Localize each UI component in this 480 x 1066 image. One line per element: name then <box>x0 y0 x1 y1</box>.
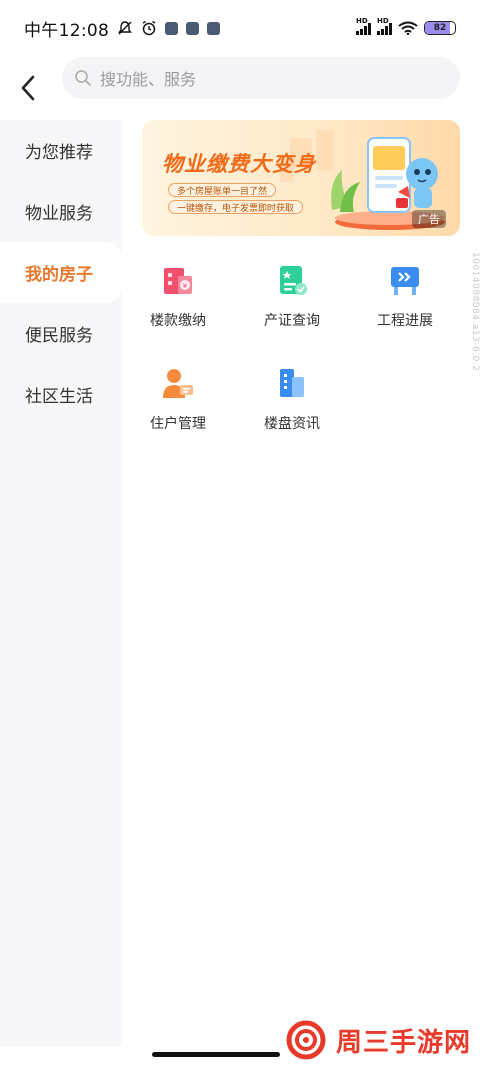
resident-icon <box>163 369 193 398</box>
status-notification-icons <box>117 20 221 36</box>
hd-label: HD <box>377 17 389 25</box>
status-time: 中午12:08 <box>24 20 110 41</box>
back-arrow-icon <box>21 75 35 101</box>
building-payment-icon: ¥ <box>164 268 192 294</box>
sidebar-item-my-house[interactable]: 我的房子 <box>0 242 122 303</box>
service-item-certificate[interactable]: 产证查询 <box>236 262 348 342</box>
service-item-building-payment[interactable]: ¥ 楼款缴纳 <box>122 262 234 342</box>
service-label: 住户管理 <box>150 416 206 432</box>
back-button[interactable] <box>0 60 56 116</box>
search-input[interactable]: 搜功能、服务 <box>62 57 460 99</box>
service-item-resident[interactable]: 住户管理 <box>122 365 234 445</box>
certificate-icon <box>280 266 307 295</box>
category-sidebar: 为您推荐 物业服务 我的房子 便民服务 社区生活 <box>0 120 122 1046</box>
service-item-building-info[interactable]: 楼盘资讯 <box>236 365 348 445</box>
battery-indicator: 82 <box>424 21 456 35</box>
site-watermark: 周三手游网 <box>284 1020 471 1060</box>
banner-subtitle-1: 多个房屋账单一目了然 <box>168 183 277 197</box>
app-notification-icon <box>186 21 200 35</box>
signal-icon: HD <box>377 17 392 35</box>
building-info-icon <box>280 369 304 397</box>
ad-tag: 广告 <box>412 210 446 228</box>
version-code: 10014088084.a13-6.0.2 <box>470 252 480 372</box>
sidebar-item-label: 为您推荐 <box>25 143 93 163</box>
service-label: 工程进展 <box>377 313 433 329</box>
home-indicator[interactable] <box>152 1052 280 1057</box>
alarm-icon <box>142 20 156 36</box>
banner-title: 物业缴费大变身 <box>162 152 316 176</box>
status-system-icons: HD HD 82 <box>356 17 456 35</box>
sidebar-item-recommend[interactable]: 为您推荐 <box>0 120 122 181</box>
watermark-logo-icon <box>286 1020 326 1060</box>
hd-label: HD <box>356 17 368 25</box>
signal-icon: HD <box>356 17 371 35</box>
service-label: 产证查询 <box>264 313 320 329</box>
sidebar-item-label: 便民服务 <box>25 326 93 346</box>
status-bar: 中午12:08 HD HD 82 <box>0 0 480 56</box>
sidebar-item-convenience[interactable]: 便民服务 <box>0 303 122 364</box>
sidebar-item-label: 物业服务 <box>25 204 93 224</box>
wifi-icon <box>398 21 418 35</box>
sidebar-item-community[interactable]: 社区生活 <box>0 364 122 425</box>
service-label: 楼盘资讯 <box>264 416 320 432</box>
mute-bell-icon <box>118 21 132 35</box>
sidebar-item-label: 社区生活 <box>25 387 93 407</box>
sidebar-item-label: 我的房子 <box>25 265 93 285</box>
search-icon <box>75 70 91 86</box>
app-notification-icon <box>165 21 179 35</box>
service-label: 楼款缴纳 <box>150 313 206 329</box>
progress-board-icon <box>391 267 419 295</box>
search-placeholder: 搜功能、服务 <box>100 70 197 89</box>
app-notification-icon <box>207 21 221 35</box>
battery-level: 82 <box>433 23 447 33</box>
watermark-text: 周三手游网 <box>336 1027 472 1058</box>
service-item-progress[interactable]: 工程进展 <box>349 262 461 342</box>
svg-text:¥: ¥ <box>183 282 188 290</box>
header: 搜功能、服务 <box>0 56 480 120</box>
sidebar-item-property-service[interactable]: 物业服务 <box>0 181 122 242</box>
banner-subtitle-2: 一键缴存，电子发票即时获取 <box>168 200 304 214</box>
ad-banner[interactable]: 物业缴费大变身 多个房屋账单一目了然 一键缴存，电子发票即时获取 广告 <box>142 120 460 236</box>
